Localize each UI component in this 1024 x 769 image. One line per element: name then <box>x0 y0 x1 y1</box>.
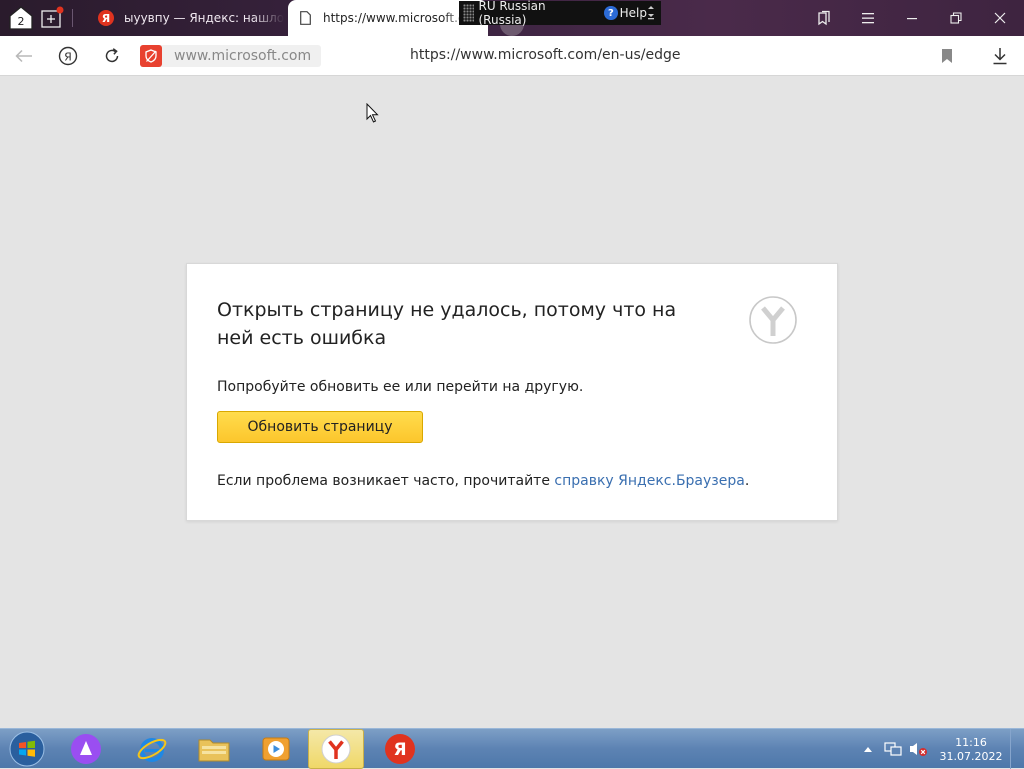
taskbar-alice[interactable] <box>58 729 114 769</box>
site-domain: www.microsoft.com <box>174 48 312 64</box>
home-tabs-icon: 2 <box>9 6 33 30</box>
close-icon <box>994 12 1006 24</box>
minimize-button[interactable] <box>890 0 934 36</box>
mouse-cursor-icon <box>366 103 379 123</box>
downloads-button[interactable] <box>988 44 1012 68</box>
network-tray[interactable] <box>882 729 904 769</box>
taskbar-explorer[interactable] <box>186 729 242 769</box>
new-tab-button[interactable] <box>40 6 66 30</box>
yandex-home-button[interactable]: Я <box>56 44 80 68</box>
yandex-icon: Я <box>385 734 415 764</box>
protect-warning-icon[interactable] <box>140 45 162 67</box>
bookmarks-panel-button[interactable] <box>802 0 846 36</box>
refresh-icon <box>105 48 119 63</box>
volume-tray[interactable] <box>906 729 930 769</box>
yandex-browser-logo-icon <box>749 296 797 344</box>
yandex-favicon-icon: Я <box>98 10 114 26</box>
svg-text:Я: Я <box>393 740 406 760</box>
tab-bar: 2 Я ыуувпу — Яндекс: нашлось https://www… <box>0 0 1024 36</box>
svg-text:2: 2 <box>18 15 25 28</box>
help-label[interactable]: Help <box>620 6 647 20</box>
back-button[interactable] <box>12 44 36 68</box>
tab-title: https://www.microsoft.com/en-us/edge <box>323 11 473 25</box>
collections-icon <box>818 10 830 26</box>
language-bar-options-icon[interactable] <box>647 6 655 20</box>
hamburger-menu-icon <box>862 13 874 24</box>
error-title: Открыть страницу не удалось, потому что … <box>217 299 677 349</box>
alice-icon <box>71 734 101 764</box>
restore-icon <box>950 12 962 24</box>
taskbar-yandex-browser[interactable] <box>308 729 364 769</box>
help-link[interactable]: справку Яндекс.Браузера <box>554 473 744 489</box>
language-indicator[interactable]: RU Russian (Russia) <box>478 0 592 27</box>
restore-button[interactable] <box>934 0 978 36</box>
tabs-overview-button[interactable]: 2 <box>7 5 35 31</box>
drag-handle-icon[interactable] <box>463 4 475 22</box>
download-icon <box>993 48 1007 65</box>
yandex-logo-icon: Я <box>58 46 78 66</box>
windows-taskbar: Я 11:16 31.07.2022 <box>0 728 1024 769</box>
taskbar-internet-explorer[interactable] <box>124 729 180 769</box>
media-player-icon <box>262 737 290 761</box>
site-info-chip[interactable]: www.microsoft.com <box>140 45 321 67</box>
language-bar: RU Russian (Russia) ? Help <box>459 0 661 27</box>
tray-up-arrow-icon <box>864 747 872 752</box>
help-icon[interactable]: ? <box>604 6 618 20</box>
footer-period: . <box>744 473 750 489</box>
new-tab-icon <box>41 6 64 28</box>
clock-date: 31.07.2022 <box>939 750 1003 763</box>
tab-separator <box>72 9 73 27</box>
system-clock[interactable]: 11:16 31.07.2022 <box>938 736 1004 764</box>
error-hint: Попробуйте обновить ее или перейти на др… <box>217 379 584 395</box>
start-orb-icon <box>9 731 45 767</box>
internet-explorer-icon <box>137 738 167 762</box>
start-button[interactable] <box>0 729 54 769</box>
document-icon <box>300 11 311 25</box>
footer-text: Если проблема возникает часто, прочитайт… <box>217 473 555 489</box>
back-arrow-icon <box>15 49 32 63</box>
taskbar-media-player[interactable] <box>248 729 304 769</box>
file-explorer-icon <box>198 739 230 762</box>
reload-button[interactable] <box>100 44 124 68</box>
menu-button[interactable] <box>846 0 890 36</box>
minimize-icon <box>907 18 917 20</box>
show-desktop-button[interactable] <box>1010 729 1024 769</box>
error-footer: Если проблема возникает часто, прочитайт… <box>217 473 749 489</box>
error-card: Открыть страницу не удалось, потому что … <box>186 263 838 521</box>
show-hidden-icons-button[interactable] <box>858 729 878 769</box>
network-icon <box>884 742 902 756</box>
address-url-field[interactable]: https://www.microsoft.com/en-us/edge <box>410 47 680 63</box>
tab-microsoft-active[interactable]: https://www.microsoft.com/en-us/edge <box>288 0 488 36</box>
reload-page-button[interactable]: Обновить страницу <box>217 411 423 443</box>
bookmark-icon <box>942 49 952 63</box>
tab-title: ыуувпу — Яндекс: нашлось <box>124 11 284 25</box>
taskbar-yandex[interactable]: Я <box>372 729 428 769</box>
volume-muted-icon <box>910 743 927 756</box>
svg-text:Я: Я <box>64 51 72 64</box>
close-button[interactable] <box>978 0 1022 36</box>
yandex-browser-icon <box>321 734 351 764</box>
tab-yandex-search[interactable]: Я ыуувпу — Яндекс: нашлось <box>92 0 288 36</box>
bookmark-button[interactable] <box>935 44 959 68</box>
clock-time: 11:16 <box>955 736 987 749</box>
